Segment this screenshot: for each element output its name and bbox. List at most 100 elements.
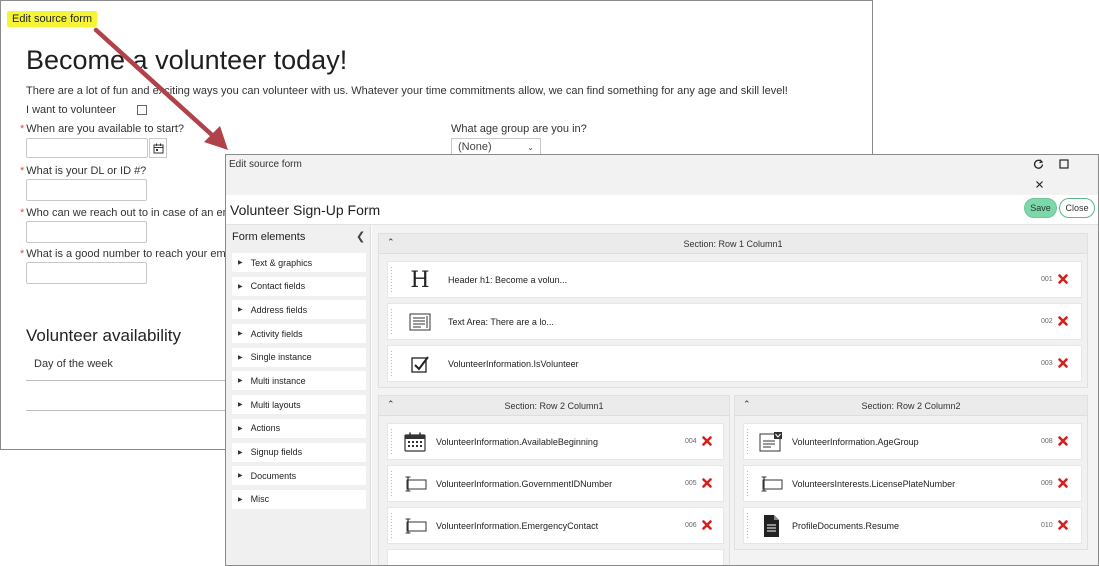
- expand-triangle-icon: ▶: [238, 331, 243, 338]
- expand-triangle-icon: ▶: [238, 354, 243, 361]
- element-label: Header h1: Become a volun...: [448, 275, 568, 285]
- sidebar-item-signup-fields[interactable]: ▶ Signup fields: [232, 442, 366, 462]
- delete-button[interactable]: [1057, 314, 1069, 328]
- sidebar-heading: Form elements: [232, 231, 306, 243]
- delete-button[interactable]: [1057, 476, 1069, 490]
- drag-handle[interactable]: [390, 350, 393, 378]
- calendar-icon: [401, 430, 429, 454]
- sidebar-item-label: Documents: [250, 470, 297, 481]
- element-number: 003: [1041, 360, 1053, 367]
- delete-button[interactable]: [1057, 518, 1069, 532]
- element-label: VolunteerInformation.GovernmentIDNumber: [436, 479, 613, 489]
- drag-handle[interactable]: [390, 266, 393, 294]
- maximize-button[interactable]: [1057, 157, 1071, 171]
- emergency-contact-text: Who can we reach out to in case of an em: [26, 207, 232, 219]
- form-element-row[interactable]: VolunteerInformation.IsVolunteer 003: [387, 345, 1082, 382]
- form-element-row[interactable]: [387, 549, 724, 565]
- drag-handle[interactable]: [390, 308, 393, 336]
- section-header: ⌃ Section: Row 2 Column2: [735, 396, 1087, 416]
- available-start-input[interactable]: [26, 138, 148, 158]
- delete-x-icon: [1058, 316, 1068, 326]
- volunteer-checkbox[interactable]: [137, 105, 147, 115]
- delete-x-icon: [1058, 520, 1068, 530]
- sidebar-item-actions[interactable]: ▶ Actions: [232, 418, 366, 438]
- document-icon: [757, 514, 785, 538]
- form-element-row[interactable]: VolunteerInformation.AgeGroup 008: [743, 423, 1082, 460]
- drag-handle[interactable]: [746, 512, 749, 540]
- delete-button[interactable]: [1057, 272, 1069, 286]
- form-header: Volunteer Sign-Up Form Save Close: [226, 195, 1098, 225]
- maximize-icon: [1059, 159, 1069, 169]
- expand-triangle-icon: ▶: [238, 473, 243, 480]
- drag-handle[interactable]: [390, 428, 393, 456]
- page-title: Become a volunteer today!: [26, 45, 348, 75]
- sidebar-item-activity-fields[interactable]: ▶ Activity fields: [232, 324, 366, 344]
- refresh-button[interactable]: [1031, 157, 1045, 171]
- element-number: 009: [1041, 480, 1053, 487]
- required-mark: *: [20, 165, 25, 177]
- delete-button[interactable]: [1057, 356, 1069, 370]
- window-title: Edit source form: [229, 159, 302, 170]
- sidebar-item-label: Multi layouts: [250, 399, 301, 410]
- sidebar-item-label: Actions: [250, 423, 281, 434]
- emergency-contact-input[interactable]: [26, 221, 147, 243]
- text-input-icon: [401, 472, 429, 496]
- collapse-sidebar-button[interactable]: ❮: [356, 230, 365, 243]
- sidebar-item-single-instance[interactable]: ▶ Single instance: [232, 347, 366, 367]
- delete-button[interactable]: [701, 476, 713, 490]
- save-button[interactable]: Save: [1024, 198, 1057, 218]
- element-number: 002: [1041, 318, 1053, 325]
- drag-handle[interactable]: [746, 470, 749, 498]
- sidebar-item-documents[interactable]: ▶ Documents: [232, 466, 366, 486]
- calendar-picker-button[interactable]: [149, 138, 167, 158]
- sidebar-item-address-fields[interactable]: ▶ Address fields: [232, 300, 366, 320]
- form-element-row[interactable]: ProfileDocuments.Resume 010: [743, 507, 1082, 544]
- form-element-row[interactable]: VolunteersInterests.LicensePlateNumber 0…: [743, 465, 1082, 502]
- emergency-number-input[interactable]: [26, 262, 147, 284]
- dl-id-text: What is your DL or ID #?: [26, 165, 147, 177]
- delete-button[interactable]: [701, 434, 713, 448]
- form-element-row[interactable]: H Header h1: Become a volun... 001: [387, 261, 1082, 298]
- delete-button[interactable]: [701, 518, 713, 532]
- day-of-week-column-header: Day of the week: [34, 358, 113, 370]
- section-row2-col1: ⌃ Section: Row 2 Column1 VolunteerInform…: [378, 395, 730, 565]
- sidebar-item-contact-fields[interactable]: ▶ Contact fields: [232, 276, 366, 296]
- form-element-row[interactable]: Text Area: There are a lo... 002: [387, 303, 1082, 340]
- screenshot-root: Edit source form Become a volunteer toda…: [0, 0, 1099, 566]
- drag-handle[interactable]: [390, 512, 393, 540]
- available-start-label: * When are you available to start?: [20, 123, 184, 135]
- edit-source-form-callout: Edit source form: [7, 11, 98, 27]
- element-number: 004: [685, 438, 697, 445]
- available-start-text: When are you available to start?: [26, 123, 185, 135]
- form-element-row[interactable]: VolunteerInformation.EmergencyContact 00…: [387, 507, 724, 544]
- sidebar-item-multi-layouts[interactable]: ▶ Multi layouts: [232, 395, 366, 415]
- page-description: There are a lot of fun and exciting ways…: [26, 85, 788, 97]
- header-h-icon: H: [406, 268, 434, 293]
- expand-triangle-icon: ▶: [238, 425, 243, 432]
- sidebar-item-text-graphics[interactable]: ▶ Text & graphics: [232, 253, 366, 272]
- sidebar-item-misc[interactable]: ▶ Misc: [232, 489, 366, 509]
- table-divider: [26, 380, 226, 381]
- drag-handle[interactable]: [390, 470, 393, 498]
- close-button[interactable]: Close: [1059, 198, 1095, 218]
- delete-x-icon: [702, 520, 712, 530]
- dl-id-input[interactable]: [26, 179, 147, 201]
- delete-button[interactable]: [1057, 434, 1069, 448]
- form-element-row[interactable]: VolunteerInformation.GovernmentIDNumber …: [387, 465, 724, 502]
- drag-handle[interactable]: [746, 428, 749, 456]
- form-element-row[interactable]: VolunteerInformation.AvailableBeginning …: [387, 423, 724, 460]
- window-close-button[interactable]: [1032, 177, 1046, 191]
- chevron-left-icon: ❮: [356, 231, 366, 243]
- sidebar-item-label: Misc: [250, 494, 270, 505]
- section-row1-col1: ⌃ Section: Row 1 Column1 H Header h1: Be…: [378, 233, 1088, 388]
- element-number: 008: [1041, 438, 1053, 445]
- age-group-value: (None): [458, 141, 492, 153]
- section-row2-col2: ⌃ Section: Row 2 Column2 VolunteerInform…: [734, 395, 1088, 550]
- sidebar-item-multi-instance[interactable]: ▶ Multi instance: [232, 371, 366, 391]
- sidebar-item-label: Single instance: [250, 352, 312, 363]
- delete-x-icon: [702, 436, 712, 446]
- element-label: ProfileDocuments.Resume: [792, 521, 900, 531]
- expand-triangle-icon: ▶: [238, 496, 243, 503]
- sidebar-item-label: Address fields: [250, 304, 308, 315]
- calendar-icon: [153, 143, 163, 153]
